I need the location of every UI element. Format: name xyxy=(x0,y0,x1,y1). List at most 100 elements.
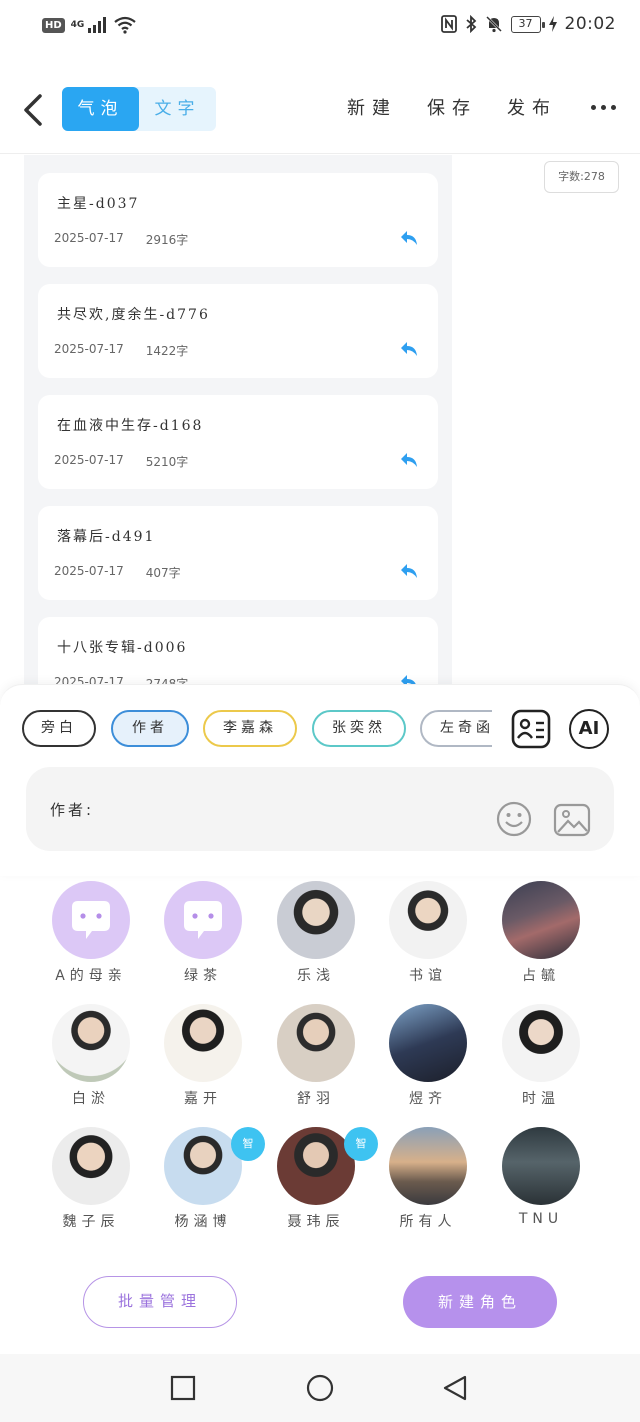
character-name: 嘉开 xyxy=(184,1091,222,1107)
document-date: 2025-07-17 xyxy=(54,342,124,356)
avatar-photo xyxy=(502,881,580,959)
avatar-photo xyxy=(52,1004,130,1082)
new-role-button[interactable]: 新建角色 xyxy=(403,1276,557,1328)
avatar-photo xyxy=(389,881,467,959)
compose-panel: 旁白 作者 李嘉森 张奕然 左奇函 AI 作者: xyxy=(0,684,640,876)
avatar-photo xyxy=(502,1004,580,1082)
avatar xyxy=(164,881,242,959)
character-item[interactable]: 乐浅 xyxy=(261,881,371,991)
character-name: 时温 xyxy=(522,1091,560,1107)
avatar-photo xyxy=(389,1004,467,1082)
document-card[interactable]: 主星-d037 2025-07-17 2916字 xyxy=(38,173,438,267)
character-item[interactable]: 煜齐 xyxy=(373,1004,483,1114)
document-title: 十八张专辑-d006 xyxy=(57,640,188,656)
document-title: 共尽欢,度余生-d776 xyxy=(57,307,210,323)
message-input[interactable]: 作者: xyxy=(26,767,614,851)
character-name: 书谊 xyxy=(409,968,447,984)
character-item[interactable]: 魏子辰 xyxy=(36,1127,146,1237)
document-card[interactable]: 共尽欢,度余生-d776 2025-07-17 1422字 xyxy=(38,284,438,378)
character-name: 绿茶 xyxy=(184,968,222,984)
character-name: 白淤 xyxy=(72,1091,110,1107)
role-chip-character[interactable]: 左奇函 xyxy=(420,710,492,747)
reply-icon[interactable] xyxy=(400,341,418,357)
ai-button[interactable]: AI xyxy=(569,709,609,749)
editor-header: 气泡 文字 新建 保存 发布 xyxy=(0,70,640,154)
character-item[interactable]: 白淤 xyxy=(36,1004,146,1114)
charging-icon xyxy=(548,16,557,32)
reply-icon[interactable] xyxy=(400,230,418,246)
character-item[interactable]: TNU xyxy=(486,1127,596,1237)
role-chip-author[interactable]: 作者 xyxy=(111,710,189,747)
clock: 20:02 xyxy=(564,14,616,34)
wifi-icon xyxy=(114,16,137,34)
document-word-count: 2916字 xyxy=(145,233,189,247)
document-card[interactable]: 落幕后-d491 2025-07-17 407字 xyxy=(38,506,438,600)
document-title: 在血液中生存-d168 xyxy=(57,418,204,434)
role-chip-row: 旁白 作者 李嘉森 张奕然 左奇函 xyxy=(22,710,492,748)
battery-indicator: 37 xyxy=(510,15,545,33)
character-item[interactable]: 智 杨涵博 xyxy=(148,1127,265,1237)
character-item[interactable]: 书谊 xyxy=(373,881,483,991)
document-date: 2025-07-17 xyxy=(54,564,124,578)
reply-icon[interactable] xyxy=(400,452,418,468)
avatar-photo xyxy=(389,1127,467,1205)
character-name: 乐浅 xyxy=(297,968,335,984)
publish-button[interactable]: 发布 xyxy=(507,94,557,120)
character-item[interactable]: 舒羽 xyxy=(261,1004,371,1114)
character-item[interactable]: A的母亲 xyxy=(36,881,146,991)
character-item[interactable]: 时温 xyxy=(486,1004,596,1114)
role-chip-character[interactable]: 李嘉森 xyxy=(203,710,297,747)
avatar-photo xyxy=(277,1004,355,1082)
batch-manage-button[interactable]: 批量管理 xyxy=(83,1276,237,1328)
signal-icon xyxy=(88,17,107,33)
image-icon[interactable] xyxy=(553,802,591,838)
character-name: TNU xyxy=(518,1211,564,1227)
word-count-badge: 字数:278 xyxy=(544,161,619,193)
status-bar: HD 4G 37 20:02 xyxy=(0,0,640,56)
avatar-photo xyxy=(277,1127,355,1205)
avatar-photo xyxy=(502,1127,580,1205)
input-role-label: 作者: xyxy=(50,801,95,819)
back-arrow-icon[interactable] xyxy=(18,88,50,132)
bluetooth-icon xyxy=(465,15,476,33)
back-triangle-icon[interactable] xyxy=(441,1374,469,1402)
contact-card-icon[interactable] xyxy=(511,709,551,749)
character-item[interactable]: 绿茶 xyxy=(148,881,258,991)
character-name: 魏子辰 xyxy=(62,1214,120,1230)
document-word-count: 407字 xyxy=(145,566,181,580)
more-options-icon[interactable] xyxy=(587,104,616,110)
character-name: 占毓 xyxy=(522,968,560,984)
document-list: 主星-d037 2025-07-17 2916字 共尽欢,度余生-d776 20… xyxy=(24,155,452,685)
home-icon[interactable] xyxy=(306,1374,334,1402)
tab-text[interactable]: 文字 xyxy=(139,87,216,131)
character-name: 杨涵博 xyxy=(174,1214,232,1230)
role-chip-narrator[interactable]: 旁白 xyxy=(22,710,96,747)
character-item[interactable]: 智 聂玮辰 xyxy=(261,1127,378,1237)
character-item[interactable]: 占毓 xyxy=(486,881,596,991)
document-date: 2025-07-17 xyxy=(54,453,124,467)
nfc-icon xyxy=(440,15,457,33)
reply-icon[interactable] xyxy=(400,563,418,579)
save-button[interactable]: 保存 xyxy=(427,94,477,120)
recents-icon[interactable] xyxy=(169,1374,197,1402)
character-item[interactable]: 所有人 xyxy=(373,1127,483,1237)
avatar xyxy=(52,881,130,959)
document-title: 落幕后-d491 xyxy=(57,529,156,545)
new-button[interactable]: 新建 xyxy=(347,94,397,120)
role-chip-character[interactable]: 张奕然 xyxy=(312,710,406,747)
emoji-icon[interactable] xyxy=(496,801,532,837)
document-card[interactable]: 十八张专辑-d006 2025-07-17 2748字 xyxy=(38,617,438,685)
document-word-count: 5210字 xyxy=(145,455,189,469)
header-actions: 新建 保存 发布 xyxy=(347,94,616,120)
document-card[interactable]: 在血液中生存-d168 2025-07-17 5210字 xyxy=(38,395,438,489)
hd-indicator: HD xyxy=(42,17,65,33)
chat-bubble-avatar-icon xyxy=(72,901,110,939)
tab-bubble[interactable]: 气泡 xyxy=(62,87,139,131)
mute-bell-icon xyxy=(485,16,502,33)
character-item[interactable]: 嘉开 xyxy=(148,1004,258,1114)
character-name: 煜齐 xyxy=(409,1091,447,1107)
chat-bubble-avatar-icon xyxy=(184,901,222,939)
smart-badge: 智 xyxy=(231,1127,265,1161)
document-title: 主星-d037 xyxy=(57,196,140,212)
character-name: 所有人 xyxy=(399,1214,457,1230)
